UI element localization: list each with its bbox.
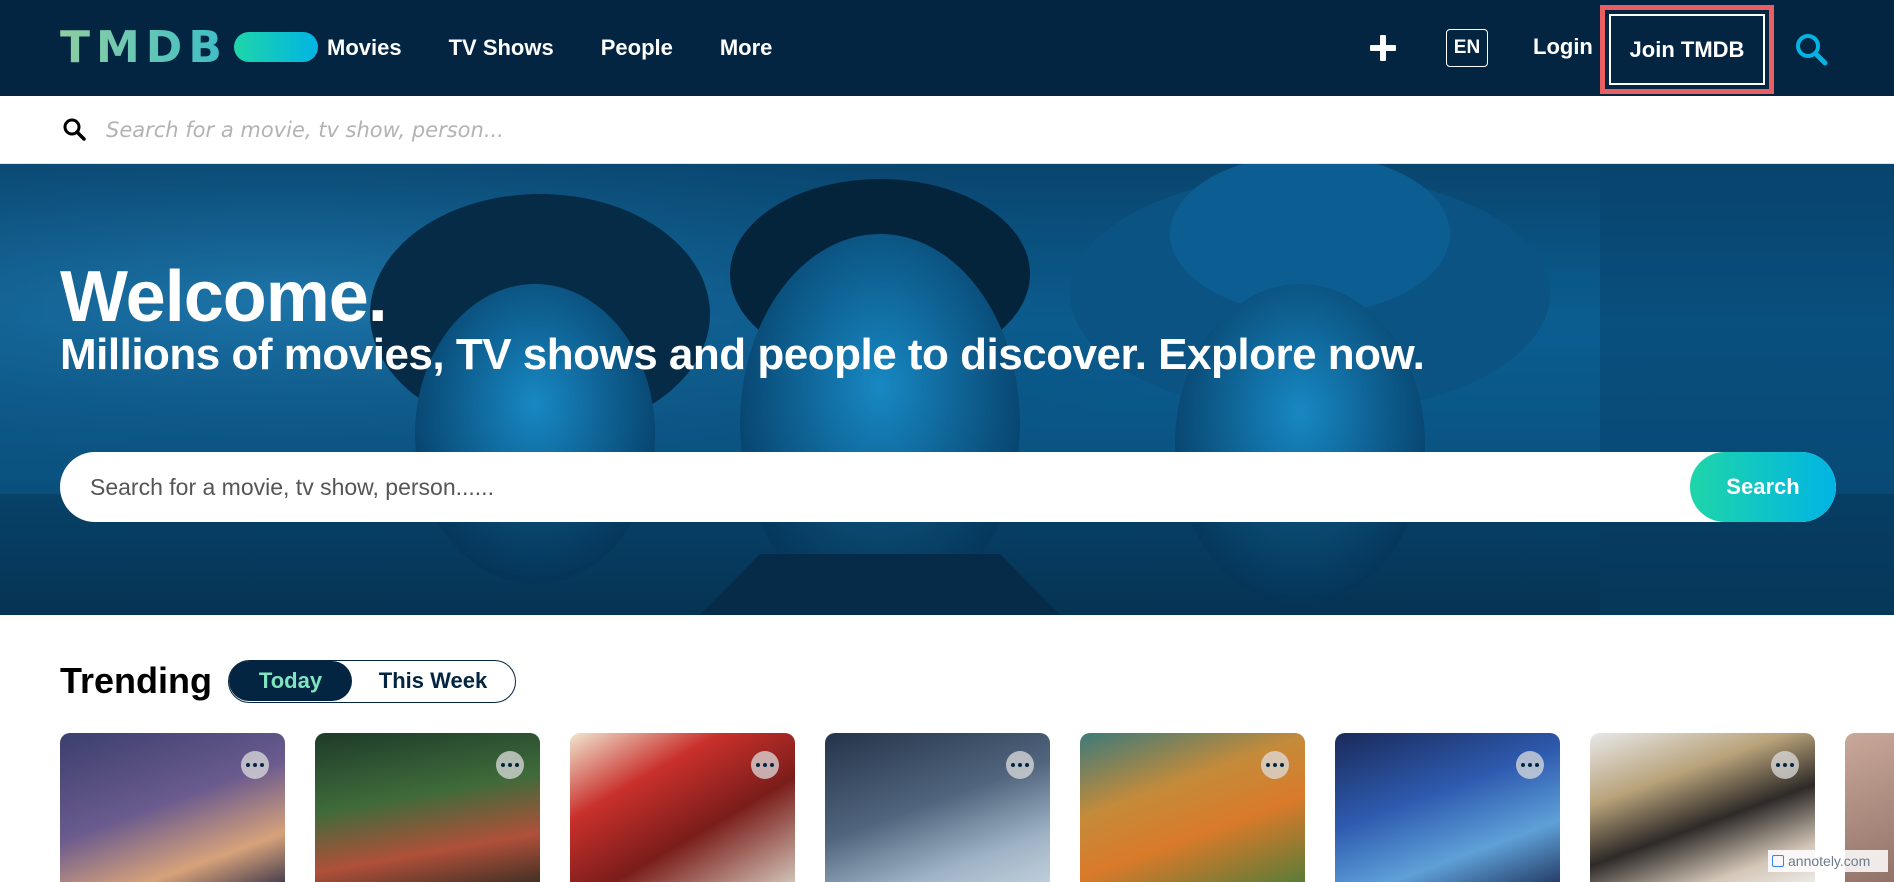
hero-title: Welcome.: [60, 257, 388, 337]
movie-poster-card[interactable]: [570, 733, 795, 882]
watermark-text: annotely.com: [1788, 853, 1871, 869]
toggle-this-week[interactable]: This Week: [352, 661, 514, 701]
join-tmdb-button[interactable]: Join TMDB: [1600, 5, 1774, 94]
top-navigation-bar: TMDB Movies TV Shows People More EN Logi…: [0, 0, 1894, 96]
trending-period-toggle: Today This Week: [228, 660, 516, 703]
movie-poster-card[interactable]: [1080, 733, 1305, 882]
nav-people[interactable]: People: [601, 35, 673, 61]
logo-text: TMDB: [60, 21, 228, 73]
tmdb-logo[interactable]: TMDB: [60, 21, 318, 73]
more-options-icon[interactable]: [1771, 751, 1799, 779]
search-icon[interactable]: [1794, 32, 1828, 66]
hero-search-button[interactable]: Search: [1690, 452, 1836, 522]
logo-pill-shape: [233, 32, 318, 62]
join-button-focus-outline: [1609, 14, 1765, 85]
add-plus-icon[interactable]: [1370, 35, 1396, 61]
more-options-icon[interactable]: [241, 751, 269, 779]
search-icon: [63, 118, 86, 141]
main-nav: Movies TV Shows People More: [327, 0, 772, 96]
trending-cards-row: [60, 733, 1894, 882]
header-search-bar: [0, 96, 1894, 164]
hero-search-input[interactable]: [90, 462, 1650, 512]
toggle-today[interactable]: Today: [229, 661, 352, 701]
annotely-logo-icon: [1772, 855, 1784, 867]
nav-tv-shows[interactable]: TV Shows: [449, 35, 554, 61]
nav-more[interactable]: More: [720, 35, 773, 61]
header-search-input[interactable]: [106, 110, 1806, 150]
hero-search-form: Search: [60, 452, 1836, 522]
language-button[interactable]: EN: [1446, 29, 1488, 67]
movie-poster-card[interactable]: [825, 733, 1050, 882]
more-options-icon[interactable]: [1516, 751, 1544, 779]
movie-poster-card[interactable]: [60, 733, 285, 882]
more-options-icon[interactable]: [1261, 751, 1289, 779]
trending-heading: Trending: [60, 660, 212, 701]
more-options-icon[interactable]: [496, 751, 524, 779]
nav-movies[interactable]: Movies: [327, 35, 402, 61]
hero-subtitle: Millions of movies, TV shows and people …: [60, 330, 1425, 379]
movie-poster-card[interactable]: [315, 733, 540, 882]
more-options-icon[interactable]: [751, 751, 779, 779]
more-options-icon[interactable]: [1006, 751, 1034, 779]
hero-banner: Welcome. Millions of movies, TV shows an…: [0, 164, 1894, 615]
hero-overlay: [0, 164, 1894, 615]
annotely-watermark: annotely.com: [1768, 850, 1888, 872]
movie-poster-card[interactable]: [1335, 733, 1560, 882]
login-link[interactable]: Login: [1533, 34, 1593, 60]
